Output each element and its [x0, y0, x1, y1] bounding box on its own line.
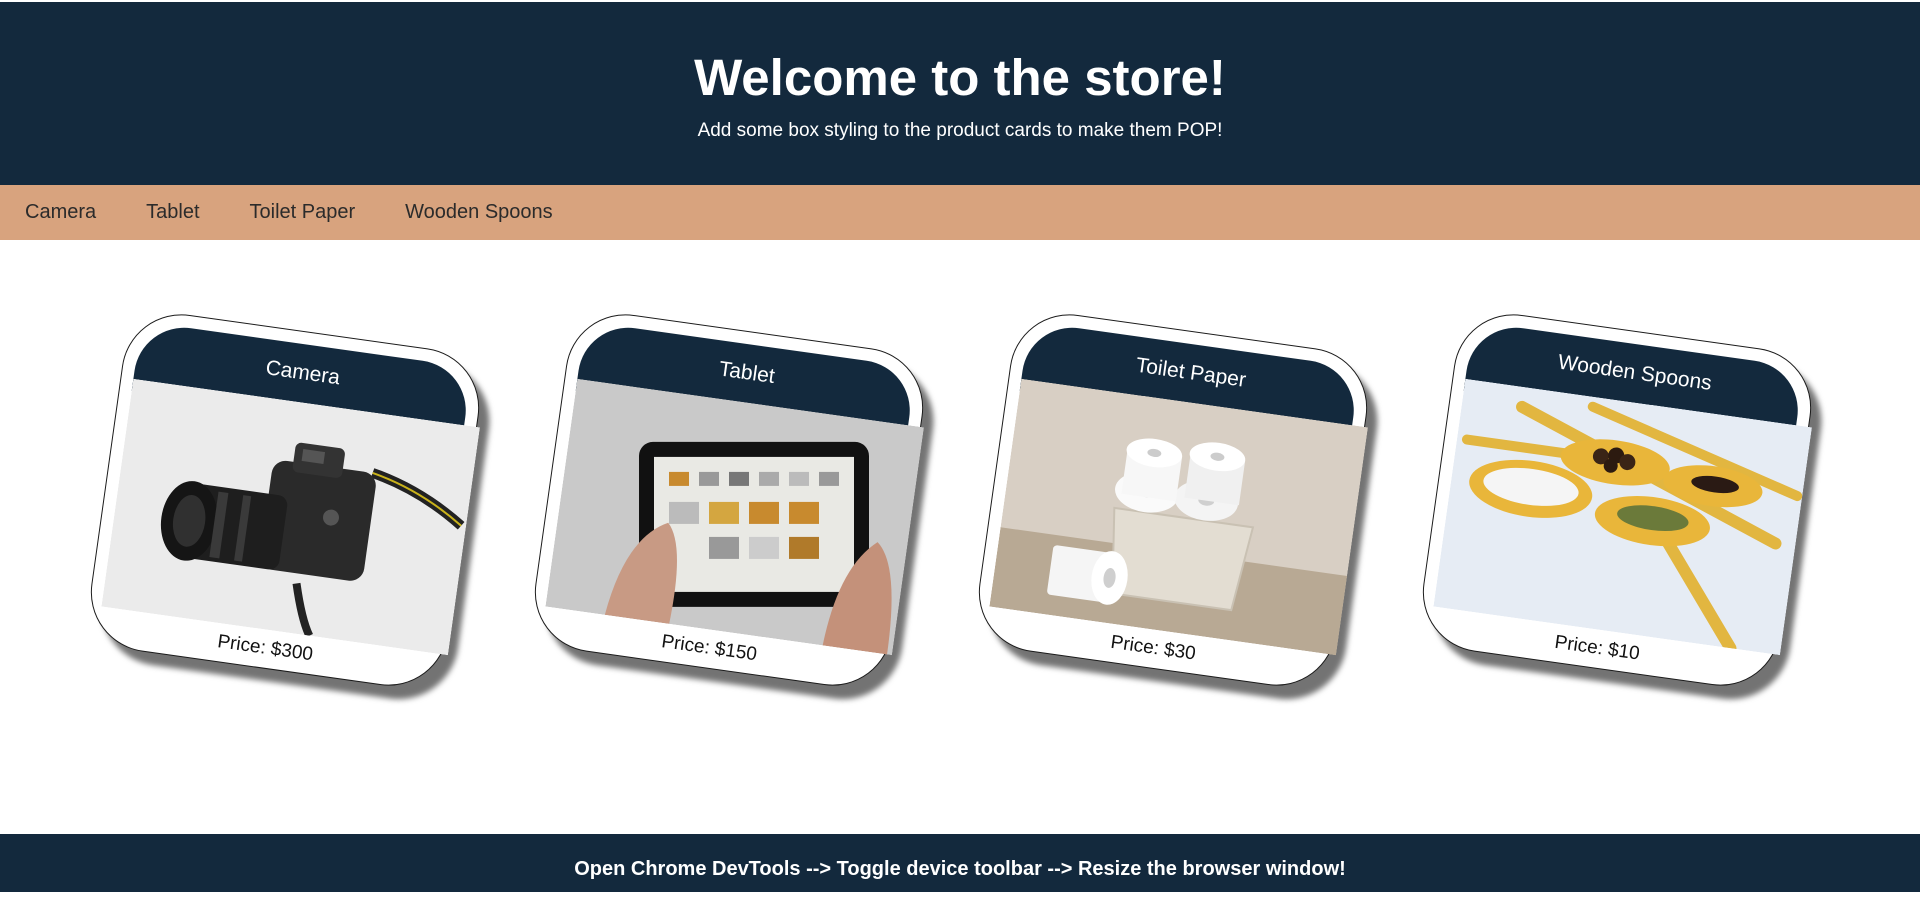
tablet-photo-icon	[545, 378, 924, 656]
product-card-wooden-spoons[interactable]: Wooden Spoons Price: $10	[1415, 306, 1819, 694]
product-card-camera[interactable]: Camera Price: $300	[83, 306, 487, 694]
product-grid: Camera Price: $300 Tablet Price: $150 To…	[0, 240, 1920, 834]
page-title: Welcome to the store!	[694, 49, 1226, 106]
nav-item-toilet-paper[interactable]: Toilet Paper	[250, 201, 356, 224]
product-card-toilet-paper[interactable]: Toilet Paper Price: $30	[971, 306, 1375, 694]
product-card-tablet[interactable]: Tablet Price: $150	[527, 306, 931, 694]
wooden-spoons-photo-icon	[1433, 378, 1812, 656]
nav-item-camera[interactable]: Camera	[25, 201, 96, 224]
main-nav: Camera Tablet Toilet Paper Wooden Spoons	[0, 185, 1920, 240]
camera-photo-icon	[101, 378, 480, 656]
site-header: Welcome to the store! Add some box styli…	[0, 0, 1920, 185]
page-subtitle: Add some box styling to the product card…	[697, 120, 1223, 141]
toilet-paper-photo-icon	[989, 378, 1368, 656]
nav-item-wooden-spoons[interactable]: Wooden Spoons	[405, 201, 553, 224]
site-footer: Open Chrome DevTools --> Toggle device t…	[0, 834, 1920, 892]
footer-text: Open Chrome DevTools --> Toggle device t…	[574, 858, 1346, 880]
nav-item-tablet[interactable]: Tablet	[146, 201, 199, 224]
